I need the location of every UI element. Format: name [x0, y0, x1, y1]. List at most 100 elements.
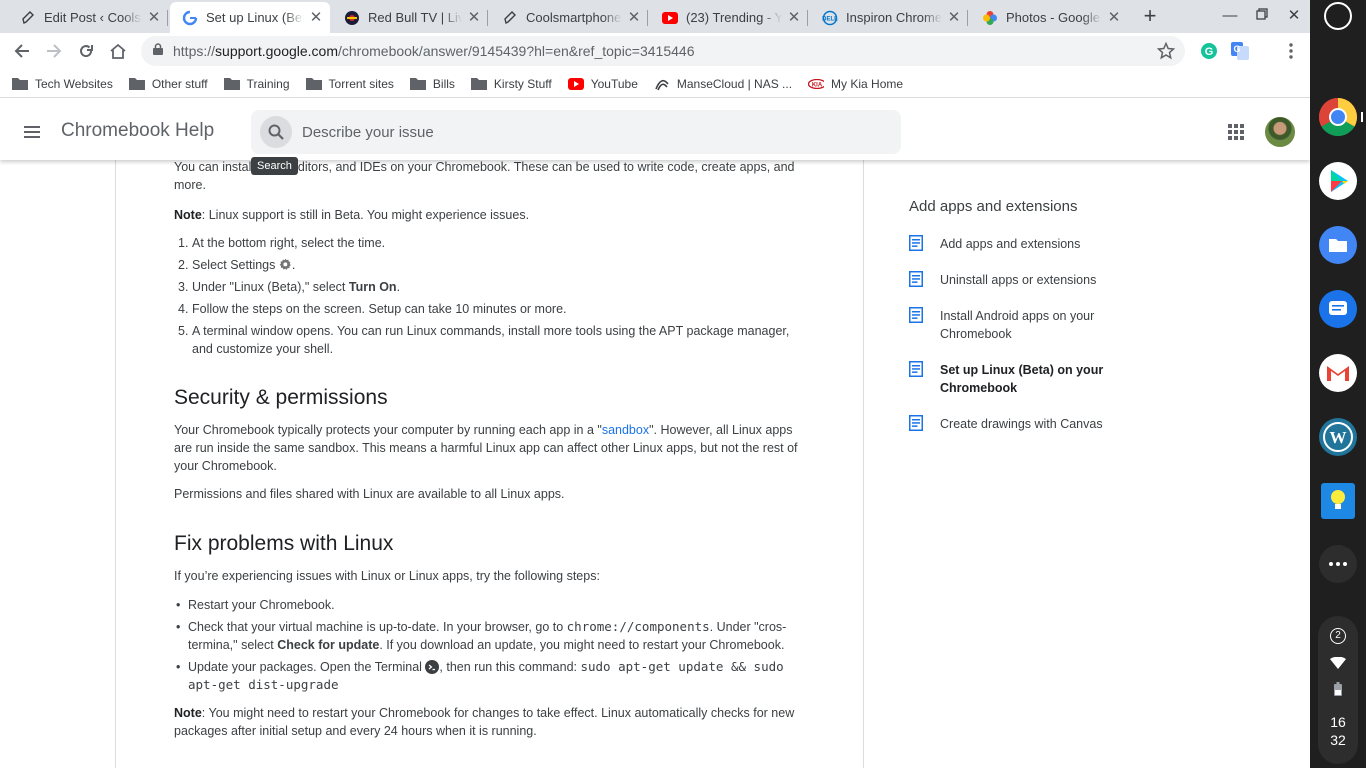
tab-red-bull-tv[interactable]: Red Bull TV | Live ✕: [332, 2, 488, 33]
bookmark-folder-tech-websites[interactable]: Tech Websites: [12, 77, 113, 91]
chrome-menu-icon[interactable]: [1282, 42, 1300, 60]
tab-close-icon[interactable]: ✕: [308, 9, 324, 26]
tab-close-icon[interactable]: ✕: [786, 9, 802, 26]
svg-text:DELL: DELL: [822, 16, 838, 22]
list-item: 3. Under "Linux (Beta)," select Turn On.: [178, 280, 401, 294]
tab-title: Edit Post ‹ Coolsmartphone: [44, 10, 142, 25]
bookmark-folder-training[interactable]: Training: [223, 77, 290, 91]
close-window-icon[interactable]: ✕: [1284, 6, 1304, 26]
new-tab-button[interactable]: +: [1136, 4, 1164, 28]
minimize-icon[interactable]: —: [1220, 6, 1240, 26]
folder-icon: [223, 77, 240, 91]
tab-close-icon[interactable]: ✕: [146, 9, 162, 26]
translate-icon[interactable]: G: [1231, 42, 1249, 60]
status-tray[interactable]: 2 16 32: [1318, 616, 1358, 764]
url-text: https://support.google.com/chromebook/an…: [173, 43, 695, 59]
bookmark-folder-bills[interactable]: Bills: [409, 77, 455, 91]
bookmark-folder-other-stuff[interactable]: Other stuff: [128, 77, 208, 91]
redbull-icon: [344, 10, 360, 26]
web-page: Chromebook Help Search You can install t…: [0, 103, 1310, 768]
article-body: You can install tools, editors, and IDEs…: [115, 160, 864, 768]
bookmark-mansecloud[interactable]: ManseCloud | NAS ...: [654, 77, 792, 91]
list-item: • Check that your virtual machine is up-t…: [176, 619, 787, 652]
address-bar[interactable]: https://support.google.com/chromebook/an…: [141, 36, 1185, 66]
dell-icon: DELL: [822, 10, 838, 26]
terminal-icon: [425, 660, 440, 674]
bookmark-folder-torrent-sites[interactable]: Torrent sites: [305, 77, 394, 91]
settings-gear-icon: [279, 258, 291, 270]
bookmark-folder-kirsty-stuff[interactable]: Kirsty Stuff: [470, 77, 552, 91]
bookmark-my-kia-home[interactable]: KIA My Kia Home: [808, 77, 903, 91]
tab-inspiron-chromebook[interactable]: DELL Inspiron Chromebook ✕: [810, 2, 968, 33]
home-icon[interactable]: [104, 37, 132, 65]
svg-text:W: W: [1330, 428, 1347, 447]
svg-text:G: G: [1233, 44, 1240, 54]
tab-edit-post[interactable]: Edit Post ‹ Coolsmartphone ✕: [8, 2, 168, 33]
kia-icon: KIA: [808, 77, 825, 91]
chrome-window: Edit Post ‹ Coolsmartphone ✕ Set up Linu…: [0, 0, 1310, 768]
tab-set-up-linux[interactable]: Set up Linux (Beta) on your Chromebook ✕: [170, 2, 330, 33]
sidebar-item-install-android-apps[interactable]: Install Android apps on your Chromebook: [909, 307, 1169, 343]
restart-note: Note: You might need to restart your Chr…: [174, 706, 795, 738]
restore-icon[interactable]: [1252, 6, 1272, 26]
play-store-icon[interactable]: [1318, 161, 1358, 201]
bookmark-star-icon[interactable]: [1156, 41, 1176, 65]
list-item: 5. A terminal window opens. You can run L…: [178, 324, 790, 356]
fix-steps-list: • Restart your Chromebook. • Check that yo…: [174, 596, 804, 698]
search-tooltip: Search: [251, 157, 298, 175]
svg-text:G: G: [1205, 46, 1214, 58]
google-g-icon: [182, 10, 198, 26]
document-icon: [909, 271, 923, 287]
fix-problems-heading: Fix problems with Linux: [174, 532, 394, 555]
folder-icon: [305, 77, 322, 91]
tab-title: Set up Linux (Beta) on your Chromebook: [206, 10, 304, 25]
messages-icon[interactable]: [1318, 289, 1358, 329]
files-icon[interactable]: [1318, 225, 1358, 265]
avatar[interactable]: [1265, 117, 1295, 147]
back-icon[interactable]: [8, 37, 36, 65]
pen-icon: [502, 10, 518, 26]
bookmark-youtube[interactable]: YouTube: [567, 77, 638, 91]
sandbox-link[interactable]: sandbox: [602, 423, 649, 437]
keep-icon[interactable]: [1318, 481, 1358, 521]
notification-count: 2: [1330, 628, 1346, 644]
photos-icon: [982, 10, 998, 26]
google-apps-icon[interactable]: [1224, 120, 1248, 144]
tab-title: Photos - Google Photos: [1006, 10, 1102, 25]
tab-close-icon[interactable]: ✕: [1106, 9, 1122, 26]
page-title[interactable]: Chromebook Help: [61, 120, 214, 142]
list-item: 1. At the bottom right, select the time.: [178, 236, 386, 250]
bookmarks-bar: Tech Websites Other stuff Training Torre…: [0, 70, 1310, 98]
chrome-icon[interactable]: [1318, 97, 1358, 137]
menu-icon[interactable]: [20, 120, 44, 144]
grammarly-icon[interactable]: G: [1200, 42, 1218, 60]
forward-icon[interactable]: [40, 37, 68, 65]
document-icon: [909, 307, 923, 323]
tab-google-photos[interactable]: Photos - Google Photos ✕: [970, 2, 1128, 33]
list-item: 4. Follow the steps on the screen. Setup …: [178, 302, 567, 316]
reload-icon[interactable]: [72, 37, 100, 65]
clock: 16 32: [1330, 714, 1346, 748]
tab-close-icon[interactable]: ✕: [946, 9, 962, 26]
gmail-icon[interactable]: [1318, 353, 1358, 393]
youtube-icon: [567, 77, 584, 91]
search-input[interactable]: [302, 110, 882, 154]
document-icon: [909, 235, 923, 251]
folder-icon: [470, 77, 487, 91]
security-paragraph: Your Chromebook typically protects your …: [174, 423, 798, 473]
sidebar-item-set-up-linux[interactable]: Set up Linux (Beta) on your Chromebook: [909, 361, 1169, 397]
youtube-icon: [662, 10, 678, 26]
tab-title: (23) Trending - YouTube: [686, 10, 782, 25]
list-item: • Restart your Chromebook.: [176, 598, 335, 612]
sidebar-item-canvas[interactable]: Create drawings with Canvas: [909, 415, 1169, 433]
launcher-button[interactable]: [1324, 2, 1352, 30]
tab-close-icon[interactable]: ✕: [466, 9, 482, 26]
wordpress-icon[interactable]: W: [1318, 417, 1358, 457]
search-icon[interactable]: [260, 116, 292, 148]
sidebar-item-add-apps[interactable]: Add apps and extensions: [909, 235, 1169, 253]
tab-coolsmartphone[interactable]: Coolsmartphone ✕: [490, 2, 648, 33]
tab-close-icon[interactable]: ✕: [626, 9, 642, 26]
tab-youtube-trending[interactable]: (23) Trending - YouTube ✕: [650, 2, 808, 33]
more-icon[interactable]: [1318, 544, 1358, 584]
sidebar-item-uninstall-apps[interactable]: Uninstall apps or extensions: [909, 271, 1169, 289]
